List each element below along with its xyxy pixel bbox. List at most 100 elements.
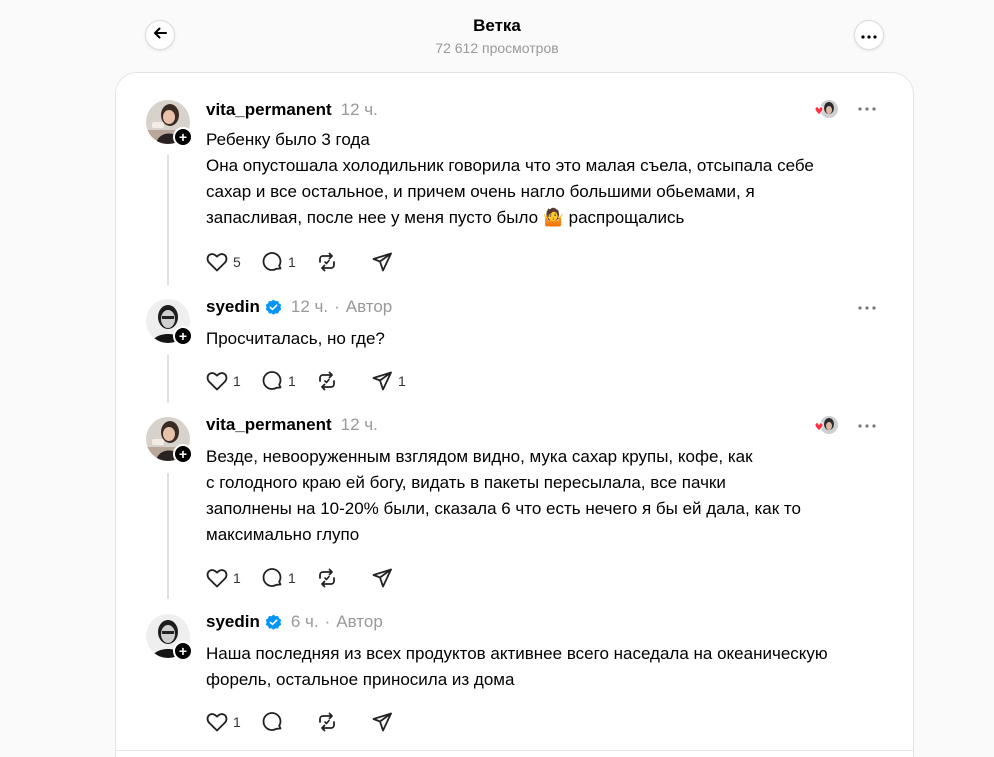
- like-count: 1: [233, 570, 241, 586]
- timestamp[interactable]: 12 ч.: [341, 100, 378, 120]
- reply-button[interactable]: 1: [261, 566, 296, 590]
- post-line: сахар и все остальное, и причем очень на…: [206, 182, 755, 201]
- author-tag: Автор: [336, 612, 383, 631]
- verified-icon: [265, 299, 282, 316]
- repost-icon: [316, 251, 338, 273]
- share-icon: [371, 567, 393, 589]
- like-button[interactable]: 1: [206, 369, 241, 393]
- more-icon: [861, 26, 877, 44]
- timestamp[interactable]: 12 ч.: [341, 415, 378, 435]
- comment-icon: [261, 567, 283, 589]
- reply-button[interactable]: 1: [261, 250, 296, 274]
- thread-line: [167, 473, 169, 599]
- separator-dot: ·: [324, 612, 331, 631]
- reply-button[interactable]: [261, 710, 296, 734]
- thread-line: [167, 355, 169, 403]
- reply-button[interactable]: 1: [261, 369, 296, 393]
- username[interactable]: syedin: [206, 297, 260, 317]
- thread-card: + vita_permanent 12 ч. Ребенку было 3 го…: [115, 72, 914, 757]
- follow-plus-icon[interactable]: +: [173, 326, 193, 346]
- username[interactable]: vita_permanent: [206, 100, 332, 120]
- reply-count: 1: [288, 570, 296, 586]
- thread-menu-button[interactable]: [854, 20, 884, 50]
- post-actions: 1: [206, 710, 426, 734]
- share-button[interactable]: [371, 566, 406, 590]
- author-tag: Автор: [345, 297, 393, 316]
- post-line: Просчиталась, но где?: [206, 329, 385, 348]
- post-text: Ребенку было 3 года Она опустошала холод…: [206, 127, 814, 231]
- timestamp[interactable]: 12 ч.: [291, 297, 328, 317]
- separator-dot: ·: [334, 297, 340, 316]
- repost-icon: [316, 711, 338, 733]
- view-count: 72 612 просмотров: [435, 40, 559, 56]
- share-icon: [371, 711, 393, 733]
- repost-button[interactable]: [316, 710, 351, 734]
- like-count: 1: [233, 714, 241, 730]
- share-button[interactable]: [371, 710, 406, 734]
- reactor-avatars[interactable]: [813, 415, 839, 437]
- post-text: Наша последняя из всех продуктов активне…: [206, 641, 828, 693]
- like-count: 5: [233, 254, 241, 270]
- post-line: Наша последняя из всех продуктов активне…: [206, 644, 828, 663]
- post-line: заполнены на 10-20% были, сказала 6 что …: [206, 499, 801, 518]
- post-header: syedin 12 ч. · Автор: [206, 297, 392, 317]
- follow-plus-icon[interactable]: +: [173, 444, 193, 464]
- reply-count: 1: [288, 254, 296, 270]
- post-line: запасливая, после нее у меня пусто было …: [206, 208, 685, 227]
- title-block: Ветка 72 612 просмотров: [0, 16, 994, 56]
- share-icon: [371, 370, 393, 392]
- post-text: Везде, невооруженным взглядом видно, мук…: [206, 444, 801, 548]
- repost-button[interactable]: [316, 250, 351, 274]
- like-button[interactable]: 1: [206, 710, 241, 734]
- share-button[interactable]: [371, 250, 406, 274]
- like-button[interactable]: 5: [206, 250, 241, 274]
- heart-icon: [206, 712, 228, 732]
- post-actions: 1 1 1: [206, 369, 426, 393]
- post-more-icon[interactable]: [855, 99, 879, 119]
- post-text: Просчиталась, но где?: [206, 326, 385, 352]
- share-count: 1: [398, 373, 406, 389]
- post-line: максимально глупо: [206, 525, 360, 544]
- follow-plus-icon[interactable]: +: [173, 127, 193, 147]
- thread-post: + syedin 12 ч. · Автор Просчиталась, но …: [116, 293, 913, 411]
- comment-icon: [261, 370, 283, 392]
- verified-icon: [265, 614, 282, 631]
- repost-button[interactable]: [316, 369, 351, 393]
- post-line: форель, остальное приносила из дома: [206, 670, 515, 689]
- thread-post: + syedin 6 ч. · Автор Наша последняя из …: [116, 607, 913, 747]
- post-header: syedin 6 ч. · Автор: [206, 612, 383, 632]
- follow-plus-icon[interactable]: +: [173, 641, 193, 661]
- post-header: vita_permanent 12 ч.: [206, 415, 378, 435]
- comment-icon: [261, 711, 283, 733]
- username[interactable]: syedin: [206, 612, 260, 632]
- post-actions: 5 1: [206, 250, 426, 274]
- page-title: Ветка: [473, 16, 521, 35]
- thread-line: [167, 155, 169, 285]
- thread-post: + vita_permanent 12 ч. Везде, невооружен…: [116, 411, 913, 607]
- reactor-avatars[interactable]: [813, 99, 839, 121]
- post-line: Ребенку было 3 года: [206, 130, 370, 149]
- share-icon: [371, 251, 393, 273]
- like-count: 1: [233, 373, 241, 389]
- like-button[interactable]: 1: [206, 566, 241, 590]
- repost-icon: [316, 567, 338, 589]
- post-line: Она опустошала холодильник говорила что …: [206, 156, 814, 175]
- comment-icon: [261, 251, 283, 273]
- heart-icon: [206, 371, 228, 391]
- timestamp[interactable]: 6 ч.: [291, 612, 319, 632]
- repost-icon: [316, 370, 338, 392]
- divider: [116, 750, 913, 751]
- post-more-icon[interactable]: [855, 416, 879, 436]
- username[interactable]: vita_permanent: [206, 415, 332, 435]
- post-more-icon[interactable]: [855, 298, 879, 318]
- heart-icon: [206, 252, 228, 272]
- post-header: vita_permanent 12 ч.: [206, 100, 378, 120]
- heart-icon: [206, 568, 228, 588]
- share-button[interactable]: 1: [371, 369, 406, 393]
- repost-button[interactable]: [316, 566, 351, 590]
- post-line: Везде, невооруженным взглядом видно, мук…: [206, 447, 753, 466]
- top-bar: Ветка 72 612 просмотров: [0, 0, 994, 72]
- thread-post: + vita_permanent 12 ч. Ребенку было 3 го…: [116, 73, 913, 293]
- reply-count: 1: [288, 373, 296, 389]
- post-line: с голодного краю ей богу, видать в пакет…: [206, 473, 726, 492]
